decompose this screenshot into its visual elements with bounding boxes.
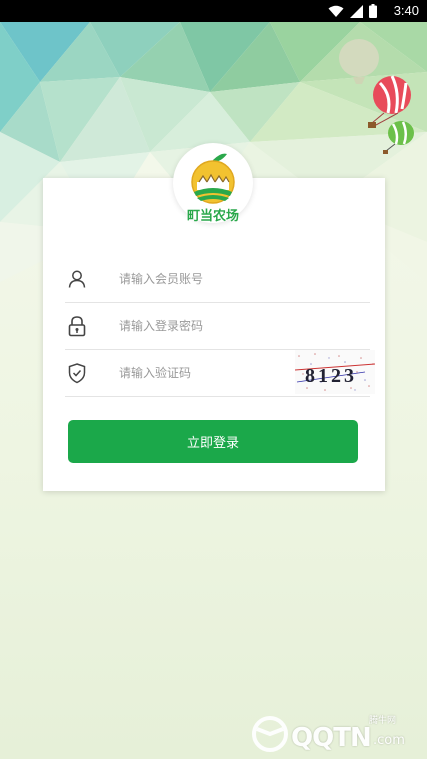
watermark-small-text: 腾牛网: [369, 716, 397, 726]
farm-logo-icon: [191, 153, 235, 204]
lock-icon: [65, 314, 89, 338]
shield-check-icon: [65, 361, 89, 385]
captcha-code: 8123: [305, 365, 357, 387]
captcha-row: 8123: [65, 350, 375, 397]
login-button[interactable]: 立即登录: [68, 420, 358, 463]
logo-text: 町当农场: [186, 209, 239, 224]
watermark: QQTN 腾牛网 .com: [251, 713, 421, 755]
password-input[interactable]: [119, 319, 289, 333]
captcha-input[interactable]: [119, 366, 289, 380]
status-bar: 3:40: [0, 0, 427, 22]
watermark-logo-icon: [252, 716, 288, 752]
green-balloon-icon: [383, 121, 414, 154]
captcha-image[interactable]: 8123: [295, 350, 375, 394]
password-row: [65, 303, 370, 350]
battery-icon: [369, 4, 377, 18]
account-row: [65, 256, 370, 303]
watermark-text: QQTN: [291, 723, 372, 753]
status-icons: [328, 4, 377, 18]
cellular-icon: [350, 4, 363, 18]
account-input[interactable]: [119, 272, 289, 286]
user-icon: [65, 267, 89, 291]
status-time: 3:40: [393, 3, 419, 18]
watermark-suffix: .com: [373, 733, 405, 748]
wifi-icon: [328, 5, 344, 17]
